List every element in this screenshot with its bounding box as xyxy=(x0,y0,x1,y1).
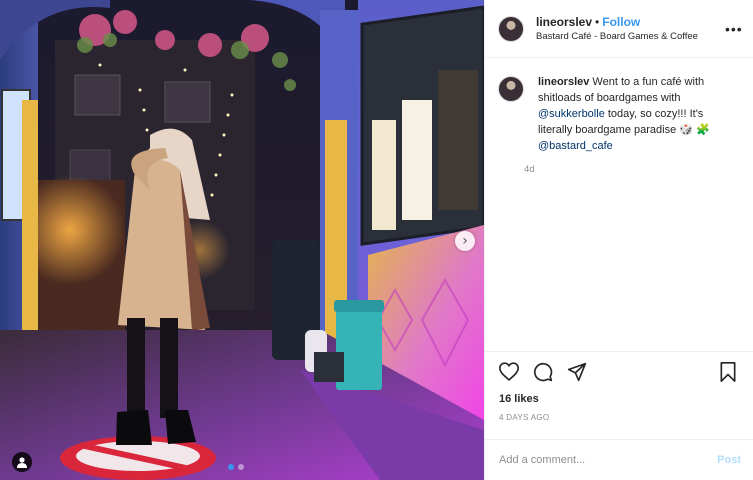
post-photo[interactable]: › xyxy=(0,0,484,480)
comment-button[interactable] xyxy=(533,361,555,383)
username-link[interactable]: lineorslev xyxy=(536,15,592,29)
follow-button[interactable]: Follow xyxy=(602,15,640,29)
add-comment-bar: Post xyxy=(485,439,753,480)
heart-icon xyxy=(499,362,519,381)
comments-section: lineorslev Went to a fun café with shitl… xyxy=(485,58,753,351)
tagged-users-button[interactable] xyxy=(12,452,32,472)
post-modal: › lineorslev • Follow Bastard Café - Board… xyxy=(0,0,753,480)
carousel-dot xyxy=(238,464,244,470)
location-link[interactable]: Bastard Café - Board Games & Coffee xyxy=(536,30,725,43)
header-line: lineorslev • Follow xyxy=(536,14,725,30)
post-side-panel: lineorslev • Follow Bastard Café - Board G… xyxy=(484,0,753,480)
avatar[interactable] xyxy=(498,15,524,42)
avatar[interactable] xyxy=(498,76,524,102)
caption-body: lineorslev Went to a fun café with shitl… xyxy=(524,74,738,175)
header-info: lineorslev • Follow Bastard Café - Board G… xyxy=(536,14,725,43)
post-timestamp: 4 DAYS AGO xyxy=(499,413,550,422)
post-comment-button[interactable]: Post xyxy=(717,454,741,466)
caption-text: lineorslev Went to a fun café with shitl… xyxy=(538,74,738,154)
chevron-right-icon: › xyxy=(462,233,468,249)
save-button[interactable] xyxy=(719,361,741,383)
comment-input[interactable] xyxy=(499,454,718,466)
separator-dot: • xyxy=(595,15,600,29)
bookmark-icon xyxy=(720,361,736,382)
caption-age: 4d xyxy=(524,164,535,175)
mention-link[interactable]: @bastard_cafe xyxy=(538,140,613,152)
caption-username-link[interactable]: lineorslev xyxy=(538,76,589,88)
photo-scene xyxy=(0,0,484,480)
ellipsis-icon[interactable]: ••• xyxy=(725,21,742,37)
comment-icon xyxy=(533,362,553,381)
share-icon xyxy=(567,362,587,381)
mention-link[interactable]: @sukkerbolle xyxy=(538,108,605,120)
next-photo-button[interactable]: › xyxy=(455,231,475,251)
action-bar xyxy=(485,351,753,391)
caption: lineorslev Went to a fun café with shitl… xyxy=(498,74,741,175)
share-button[interactable] xyxy=(567,361,589,383)
user-icon xyxy=(17,456,27,468)
post-header: lineorslev • Follow Bastard Café - Board G… xyxy=(485,0,753,58)
like-button[interactable] xyxy=(499,361,521,383)
carousel-indicator xyxy=(228,464,244,470)
likes-count[interactable]: 16 likes xyxy=(485,391,753,407)
carousel-dot-active xyxy=(228,464,234,470)
